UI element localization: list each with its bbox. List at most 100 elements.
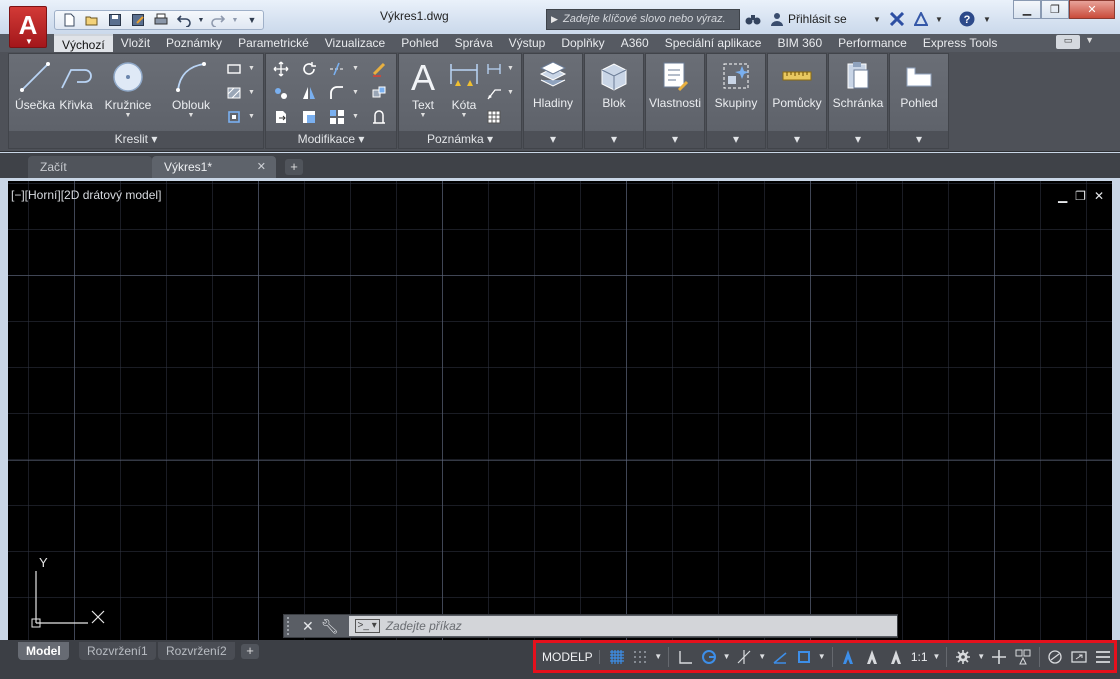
maximize-button[interactable]: ❐	[1041, 0, 1069, 19]
arc-button[interactable]: Oblouk ▼	[167, 60, 215, 120]
close-icon[interactable]: ✕	[257, 156, 266, 178]
command-input[interactable]: >_ ▾ Zadejte příkaz	[348, 616, 897, 636]
open-folder-icon[interactable]	[82, 12, 102, 28]
panel-layers[interactable]: Hladiny ▾	[523, 53, 583, 149]
hardware-acceleration-icon[interactable]	[1045, 646, 1067, 668]
tab-a360[interactable]: A360	[613, 34, 657, 52]
line-button[interactable]: Úsečka	[13, 60, 57, 112]
panel-properties-expand[interactable]: ▾	[646, 131, 704, 148]
chevron-down-icon[interactable]: ▼	[352, 113, 359, 120]
tab-parametric[interactable]: Parametrické	[230, 34, 317, 52]
ribbon-minimize-icon[interactable]: ▭	[1056, 35, 1080, 49]
undo-icon[interactable]	[174, 12, 194, 28]
clipboard-button[interactable]: Schránka	[829, 60, 887, 110]
tab-annotate[interactable]: Poznámky	[158, 34, 230, 52]
dimension-button[interactable]: Kóta ▼	[445, 60, 483, 120]
sign-in-button[interactable]: Přihlásit se	[788, 12, 847, 26]
isolate-objects-icon[interactable]	[1012, 646, 1034, 668]
undo-dropdown-icon[interactable]: ▼	[197, 12, 205, 28]
array-icon[interactable]	[328, 108, 346, 126]
minimize-icon[interactable]: ▁	[1058, 189, 1067, 203]
application-menu-button[interactable]: A ▼	[9, 6, 47, 48]
panel-block-expand[interactable]: ▾	[585, 131, 643, 148]
annotation-scale-icon[interactable]	[885, 646, 907, 668]
ortho-icon[interactable]	[674, 646, 696, 668]
annotation-scale-value[interactable]: 1:1	[909, 650, 930, 664]
help-icon[interactable]: ?	[958, 11, 976, 27]
tab-model[interactable]: Model	[18, 642, 69, 660]
clean-screen-icon[interactable]	[1068, 646, 1090, 668]
grid-icon[interactable]	[606, 646, 628, 668]
chevron-down-icon[interactable]: ▼	[507, 89, 514, 96]
properties-button[interactable]: Vlastnosti	[646, 60, 704, 110]
drawing-viewport[interactable]: [−][Horní][2D drátový model] ▁ ❐ ✕ Y ✕ 🔧…	[8, 181, 1112, 640]
chevron-down-icon[interactable]: ▼	[817, 652, 827, 661]
minimize-button[interactable]: ▁	[1013, 0, 1041, 19]
panel-groups-expand[interactable]: ▾	[707, 131, 765, 148]
panel-view[interactable]: Pohled ▾	[889, 53, 949, 149]
tab-bim360[interactable]: BIM 360	[769, 34, 830, 52]
mirror-icon[interactable]	[300, 84, 318, 102]
tab-performance[interactable]: Performance	[830, 34, 915, 52]
chevron-down-icon[interactable]: ▼	[976, 652, 986, 661]
stretch-icon[interactable]	[272, 108, 290, 126]
chevron-down-icon[interactable]: ▼	[868, 11, 886, 27]
trim-icon[interactable]	[328, 60, 346, 78]
crosshair-icon[interactable]	[988, 646, 1010, 668]
table-icon[interactable]	[485, 108, 503, 126]
chevron-down-icon[interactable]: ▼	[248, 113, 255, 120]
circle-button[interactable]: Kružnice ▼	[101, 60, 155, 120]
stay-connected-icon[interactable]	[912, 11, 930, 27]
panel-block[interactable]: Blok ▾	[584, 53, 644, 149]
chevron-down-icon[interactable]: ▼	[722, 652, 732, 661]
new-layout-button[interactable]: +	[241, 644, 259, 659]
block-button[interactable]: Blok	[585, 60, 643, 110]
chevron-down-icon[interactable]: ▼	[352, 65, 359, 72]
panel-modify-footer[interactable]: Modifikace ▾	[266, 131, 396, 148]
tab-drawing[interactable]: Výkres1* ✕	[152, 156, 276, 178]
viewport-controls-label[interactable]: [−][Horní][2D drátový model]	[11, 188, 161, 202]
drag-handle[interactable]	[287, 617, 295, 635]
redo-icon[interactable]	[208, 12, 228, 28]
binoculars-icon[interactable]	[744, 11, 762, 27]
copy-icon[interactable]	[272, 84, 290, 102]
chevron-down-icon[interactable]: ▼	[978, 11, 996, 27]
view-button[interactable]: Pohled	[890, 60, 948, 110]
panel-utilities-expand[interactable]: ▾	[768, 131, 826, 148]
panel-clipboard[interactable]: Schránka ▾	[828, 53, 888, 149]
tab-visualize[interactable]: Vizualizace	[317, 34, 393, 52]
panel-annotation-footer[interactable]: Poznámka ▾	[399, 131, 521, 148]
text-button[interactable]: A Text ▼	[405, 60, 441, 120]
chevron-down-icon[interactable]: ▼	[930, 11, 948, 27]
panel-groups[interactable]: Skupiny ▾	[706, 53, 766, 149]
move-icon[interactable]	[272, 60, 290, 78]
chevron-down-icon[interactable]: ▼	[445, 112, 483, 120]
polyline-button[interactable]: Křivka	[55, 60, 97, 112]
close-icon[interactable]: ✕	[302, 618, 314, 635]
chevron-down-icon[interactable]: ▼	[248, 65, 255, 72]
polar-tracking-icon[interactable]	[698, 646, 720, 668]
tab-view[interactable]: Pohled	[393, 34, 446, 52]
restore-icon[interactable]: ❐	[1075, 189, 1086, 203]
wrench-icon[interactable]: 🔧︎	[321, 618, 339, 635]
close-icon[interactable]: ✕	[1094, 189, 1104, 203]
hatch-icon[interactable]	[225, 84, 243, 102]
panel-properties[interactable]: Vlastnosti ▾	[645, 53, 705, 149]
boundary-icon[interactable]	[225, 108, 243, 126]
layers-button[interactable]: Hladiny	[524, 60, 582, 110]
isometric-drafting-icon[interactable]	[734, 646, 756, 668]
new-tab-button[interactable]: +	[285, 159, 303, 175]
search-input[interactable]: ▶ Zadejte klíčové slovo nebo výraz.	[546, 9, 740, 30]
new-file-icon[interactable]	[59, 12, 79, 28]
rectangle-icon[interactable]	[225, 60, 243, 78]
chevron-down-icon[interactable]: ▼	[932, 652, 942, 661]
utilities-button[interactable]: Pomůcky	[768, 60, 826, 110]
erase-icon[interactable]	[370, 60, 388, 78]
customize-toolbar-icon[interactable]: ▼	[242, 12, 262, 28]
auto-scale-icon[interactable]	[861, 646, 883, 668]
linear-dimension-icon[interactable]	[485, 60, 503, 78]
tab-express-tools[interactable]: Express Tools	[915, 34, 1005, 52]
scale-icon[interactable]	[300, 108, 318, 126]
offset-icon[interactable]	[370, 108, 388, 126]
tab-featured-apps[interactable]: Speciální aplikace	[657, 34, 770, 52]
